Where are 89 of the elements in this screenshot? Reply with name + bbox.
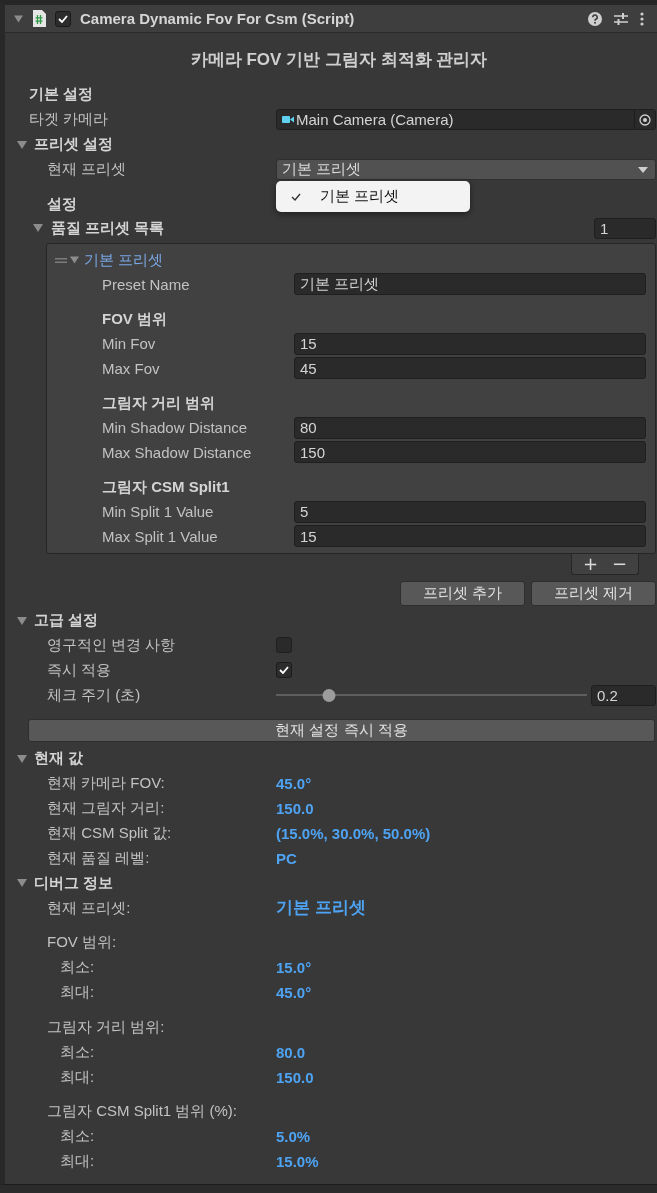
foldout-arrow-icon[interactable] [17,879,27,887]
foldout-arrow-icon[interactable] [17,754,27,763]
foldout-arrow-icon[interactable] [14,14,23,23]
text-field[interactable]: 15 [294,525,646,548]
section-title: 디버그 정보 [34,873,114,893]
caret-icon [638,166,648,173]
value-text: 15.0° [276,959,312,976]
value-text: PC [276,849,297,867]
script-file-icon [32,10,46,27]
preset-dropdown[interactable]: 기본 프리셋 [276,159,656,180]
value-label: 최소: [60,1127,95,1146]
drag-handle-icon[interactable] [55,257,67,263]
value-label: 최대: [60,983,95,1002]
value-text: 150.0 [276,1068,314,1086]
field-label: Min Split 1 Value [102,503,214,521]
text-field[interactable]: 기본 프리셋 [294,273,646,296]
value-label: 현재 프리셋: [47,898,131,918]
apply-button[interactable]: 현재 설정 즉시 적용 [28,718,655,742]
action-button[interactable]: 프리셋 제거 [530,580,656,606]
checkmark-icon [58,14,68,23]
camera-icon [282,115,294,124]
group-heading: 그림자 거리 범위 [102,394,216,413]
inspector-heading: 카메라 FOV 기반 그림자 최적화 관리자 [190,50,488,69]
list-item-title[interactable]: 기본 프리셋 [84,250,164,270]
checkbox[interactable] [276,662,292,678]
text-field[interactable]: 80 [294,416,646,439]
component-title: Camera Dynamic Fov For Csm (Script) [80,10,355,27]
field-label: 현재 프리셋 [47,160,127,179]
value-text: 15.0% [276,1153,319,1170]
value-text: 기본 프리셋 [276,897,366,918]
section-title: 프리셋 설정 [34,135,114,154]
value-label: 최소: [60,1042,95,1062]
value-label: 최대: [60,1152,95,1171]
section-title: 품질 프리셋 목록 [51,218,165,238]
section-title: 설정 [47,194,77,214]
enable-checkbox[interactable] [55,10,71,27]
group-heading: FOV 범위 [102,310,167,329]
field-label: 영구적인 변경 사항 [47,635,176,655]
field-label: Min Fov [102,335,156,353]
section-title: 현재 값 [34,749,84,768]
field-label: Max Split 1 Value [102,527,218,545]
checkbox[interactable] [276,637,292,653]
value-label: 최대: [60,1067,95,1087]
more-options-icon[interactable] [640,11,644,26]
slider-thumb[interactable] [322,688,336,702]
value-label: 현재 그림자 거리: [47,798,165,818]
value-text: (15.0%, 30.0%, 50.0%) [276,824,431,842]
list-footer-button[interactable]: − [609,554,631,573]
text-field[interactable]: 150 [294,441,646,464]
checkmark-icon [291,192,301,201]
foldout-arrow-icon[interactable] [17,616,27,625]
sliders-icon[interactable] [614,11,628,26]
value-label: 최소: [60,958,95,977]
checkmark-icon [279,666,289,674]
value-text: 45.0° [276,774,312,792]
foldout-arrow-icon[interactable] [33,224,43,232]
slider-value-field[interactable]: 0.2 [591,684,656,706]
text-field[interactable]: 45 [294,357,646,380]
group-heading: 그림자 CSM Split1 [102,478,230,497]
action-button[interactable]: 프리셋 추가 [399,580,525,606]
object-field[interactable]: Main Camera (Camera) [276,109,656,130]
value-label: 현재 카메라 FOV: [47,773,165,793]
object-picker-icon[interactable] [639,113,651,126]
section-title: 고급 설정 [34,611,99,630]
value-text: 5.0% [276,1128,311,1145]
field-label: Preset Name [102,275,190,293]
field-label: Min Shadow Distance [102,419,248,437]
list-size-field[interactable]: 1 [594,217,656,239]
group-label: FOV 범위: [47,933,117,952]
text-field[interactable]: 15 [294,332,646,355]
value-text: 150.0 [276,799,314,817]
foldout-arrow-icon[interactable] [17,140,27,149]
menu-item[interactable]: 기본 프리셋 [276,181,470,212]
group-label: 그림자 거리 범위: [47,1017,165,1037]
value-text: 80.0 [276,1043,306,1061]
field-label: 즉시 적용 [47,660,112,680]
section-title: 기본 설정 [29,85,94,104]
field-label: 타겟 카메라 [29,110,109,129]
text-field[interactable]: 5 [294,500,646,523]
list-footer-button[interactable]: + [579,554,601,573]
field-label: Max Fov [102,359,160,377]
group-label: 그림자 CSM Split1 범위 (%): [47,1102,238,1121]
value-label: 현재 품질 레벨: [47,848,150,868]
foldout-arrow-icon[interactable] [70,256,79,264]
field-label: 체크 주기 (초) [47,685,141,705]
value-label: 현재 CSM Split 값: [47,823,172,843]
value-text: 45.0° [276,984,312,1001]
help-icon[interactable] [588,11,602,26]
field-label: Max Shadow Distance [102,443,252,461]
